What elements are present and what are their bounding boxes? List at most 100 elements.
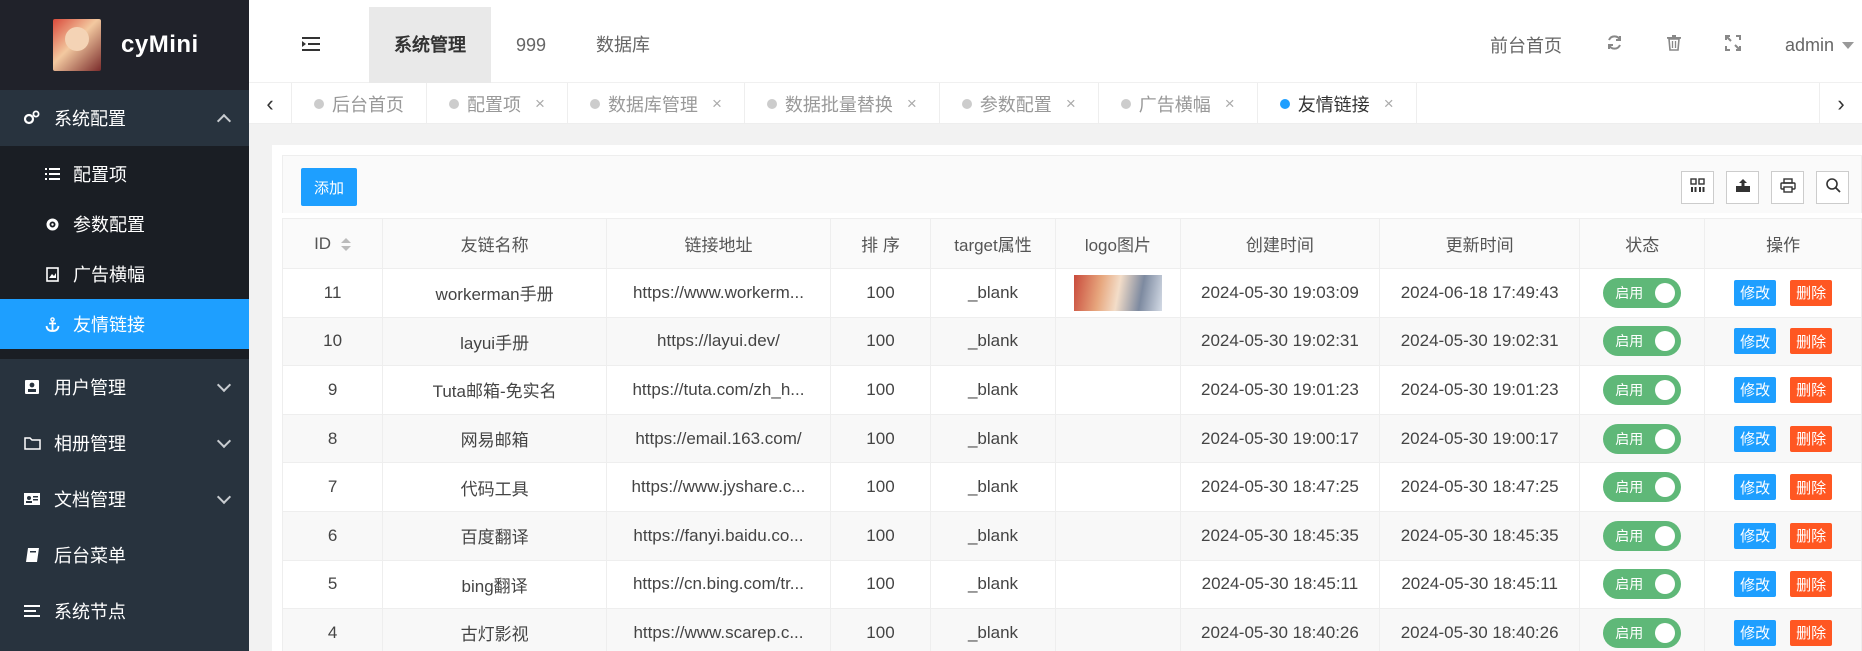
delete-button[interactable]: 删除 [1790,279,1833,306]
sort-icon[interactable] [341,237,352,251]
sidebar-item-banner[interactable]: 广告横幅 [0,249,249,299]
cell-target: _blank [930,462,1056,512]
top-nav-system[interactable]: 系统管理 [369,7,491,83]
tab-friend-links[interactable]: 友情链接 × [1258,83,1417,124]
edit-button[interactable]: 修改 [1734,425,1777,452]
table-tools [1681,171,1849,204]
friend-links-table: ID 友链名称 链接地址 排 序 target属性 logo图片 创建时间 更新… [281,218,1862,651]
sidebar-item-system-nodes[interactable]: 系统节点 [0,583,249,639]
tab-database-management[interactable]: 数据库管理 × [568,83,745,124]
edit-button[interactable]: 修改 [1734,328,1777,355]
app-name: cyMini [121,31,199,58]
print-button[interactable] [1771,171,1804,204]
delete-button[interactable]: 删除 [1790,619,1833,646]
edit-button[interactable]: 修改 [1734,376,1777,403]
status-toggle[interactable]: 启用 [1603,326,1682,357]
status-toggle[interactable]: 启用 [1603,374,1682,405]
cell-sort: 100 [829,268,932,318]
status-toggle-label: 启用 [1615,430,1644,447]
sidebar-group-album-management[interactable]: 相册管理 [0,415,249,471]
table-toolbar: 添加 [282,155,1862,213]
cell-updated: 2024-06-18 17:49:43 [1378,268,1581,318]
cell-logo [1054,510,1181,561]
col-header-id[interactable]: ID [281,218,384,269]
clear-cache-button[interactable] [1645,34,1703,56]
frontend-home-link[interactable]: 前台首页 [1468,32,1584,58]
sidebar-group-label: 后台菜单 [54,546,126,566]
close-icon[interactable]: × [1066,94,1076,114]
close-icon[interactable]: × [1384,94,1394,114]
delete-button[interactable]: 删除 [1790,522,1833,549]
sidebar-item-param-config[interactable]: 参数配置 [0,199,249,249]
status-toggle[interactable]: 启用 [1603,423,1682,454]
delete-button[interactable]: 删除 [1790,571,1833,598]
col-header-actions: 操作 [1704,218,1862,269]
status-toggle[interactable]: 启用 [1603,617,1682,648]
sidebar-item-backend-menu[interactable]: 后台菜单 [0,527,249,583]
delete-button[interactable]: 删除 [1790,328,1833,355]
cell-actions: 修改 删除 [1704,413,1862,464]
columns-filter-button[interactable] [1681,171,1714,204]
status-toggle[interactable]: 启用 [1603,277,1682,308]
sidebar-group-system-config[interactable]: 系统配置 [0,90,249,146]
status-toggle[interactable]: 启用 [1603,472,1682,503]
close-icon[interactable]: × [1225,94,1235,114]
logo[interactable]: cyMini [0,0,249,90]
status-toggle[interactable]: 启用 [1603,520,1682,551]
cell-target: _blank [930,559,1056,610]
cell-created: 2024-05-30 19:03:09 [1179,268,1380,318]
delete-button[interactable]: 删除 [1790,425,1833,452]
close-icon[interactable]: × [712,94,722,114]
user-name: admin [1784,34,1834,55]
sidebar-group-doc-management[interactable]: 文档管理 [0,471,249,527]
delete-button[interactable]: 删除 [1790,474,1833,501]
cell-target: _blank [930,510,1056,561]
user-menu[interactable]: admin [1763,35,1862,56]
col-header-logo: logo图片 [1054,218,1181,269]
chevron-right-icon: › [1837,90,1845,116]
export-button[interactable] [1726,171,1759,204]
edit-button[interactable]: 修改 [1734,619,1777,646]
refresh-button[interactable] [1584,34,1645,56]
status-toggle[interactable]: 启用 [1603,569,1682,600]
cell-status: 启用 [1579,365,1706,415]
sidebar-item-label: 友情链接 [73,315,145,335]
menu-fold-icon[interactable] [302,36,322,52]
cell-name: 百度翻译 [382,510,608,561]
tabs-scroll-right[interactable]: › [1819,83,1862,124]
trash-icon [1666,34,1681,56]
top-nav-database[interactable]: 数据库 [571,7,675,83]
add-button[interactable]: 添加 [301,168,357,206]
search-button[interactable] [1816,171,1849,204]
cell-created: 2024-05-30 18:40:26 [1179,608,1380,651]
edit-button[interactable]: 修改 [1734,571,1777,598]
cell-actions: 修改 删除 [1704,316,1862,367]
tab-label: 数据批量替换 [784,94,893,115]
tab-batch-replace[interactable]: 数据批量替换 × [745,83,940,124]
tab-config-items[interactable]: 配置项 × [427,83,568,124]
close-icon[interactable]: × [907,94,917,114]
top-nav-999[interactable]: 999 [491,7,571,83]
tab-dot [314,98,324,109]
cell-actions: 修改 删除 [1704,559,1862,610]
tabs-scroll-left[interactable]: ‹ [249,83,292,124]
delete-button[interactable]: 删除 [1790,376,1833,403]
status-toggle-label: 启用 [1615,624,1644,641]
tab-label: 友情链接 [1297,94,1370,115]
sidebar-item-label: 配置项 [73,165,127,185]
sidebar-group-user-management[interactable]: 用户管理 [0,359,249,415]
tab-param-config[interactable]: 参数配置 × [940,83,1099,124]
edit-button[interactable]: 修改 [1734,474,1777,501]
fullscreen-button[interactable] [1703,34,1763,56]
sidebar-item-config-items[interactable]: 配置项 [0,149,249,199]
sidebar-item-friend-links[interactable]: 友情链接 [0,299,249,349]
edit-button[interactable]: 修改 [1734,279,1777,306]
cell-logo [1054,413,1181,464]
table-row: 5 bing翻译 https://cn.bing.com/tr... 100 _blan… [281,559,1862,610]
edit-button[interactable]: 修改 [1734,522,1777,549]
tab-banner[interactable]: 广告横幅 × [1099,83,1258,124]
tab-dashboard[interactable]: 后台首页 [292,83,427,124]
logo-thumbnail[interactable] [1073,274,1162,311]
close-icon[interactable]: × [535,94,545,114]
chevron-down-icon [216,489,232,505]
